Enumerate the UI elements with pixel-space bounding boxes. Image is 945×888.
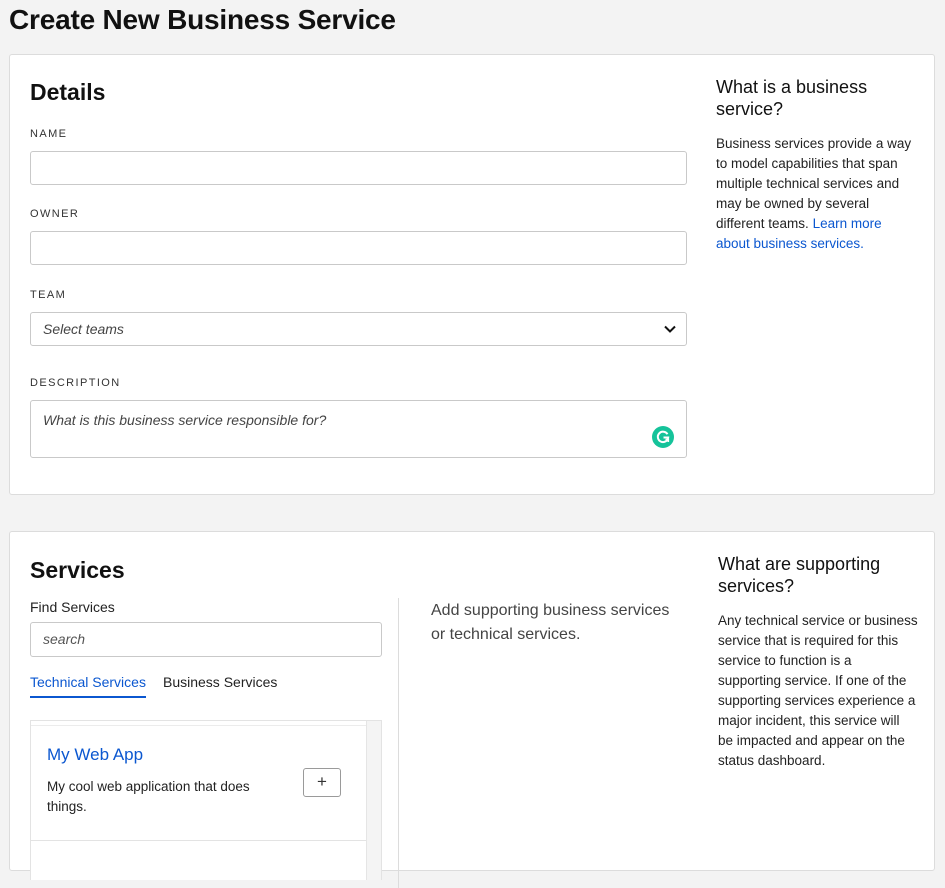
tab-technical-services[interactable]: Technical Services (30, 674, 146, 698)
name-input[interactable] (30, 151, 687, 185)
supporting-services-help-text: Any technical service or business servic… (718, 613, 918, 768)
business-service-help-title: What is a business service? (716, 77, 868, 119)
tab-business-services[interactable]: Business Services (163, 674, 277, 696)
list-item: My Web App My cool web application that … (31, 725, 368, 841)
supporting-services-help-title: What are supporting services? (718, 554, 881, 596)
services-list: My Web App My cool web application that … (30, 720, 382, 880)
details-title: Details (30, 79, 106, 105)
list-scrollbar[interactable] (366, 721, 381, 880)
search-input[interactable]: search (30, 622, 382, 657)
plus-icon: + (317, 772, 327, 791)
description-textarea[interactable]: What is this business service responsibl… (30, 400, 687, 458)
find-services-label: Find Services (30, 599, 115, 615)
chevron-down-icon[interactable] (663, 322, 677, 336)
team-label: TEAM (30, 289, 67, 301)
details-card: Details NAME OWNER TEAM Select teams DES… (9, 54, 935, 495)
services-card: Services Find Services search Technical … (9, 531, 935, 888)
grammarly-icon[interactable] (652, 426, 674, 448)
owner-label: OWNER (30, 208, 80, 220)
service-item-title[interactable]: My Web App (47, 745, 143, 765)
name-label: NAME (30, 128, 68, 140)
service-item-description: My cool web application that does things… (47, 779, 250, 814)
search-placeholder: search (43, 631, 86, 647)
description-placeholder: What is this business service responsibl… (43, 412, 327, 428)
add-service-button[interactable]: + (303, 768, 341, 797)
business-service-help-text: Business services provide a way to model… (716, 134, 916, 254)
supporting-services-empty-message: Add supporting business services or tech… (431, 602, 670, 643)
description-label: DESCRIPTION (30, 377, 121, 389)
services-title: Services (30, 557, 125, 583)
team-select[interactable]: Select teams (30, 312, 687, 346)
column-divider (398, 598, 399, 888)
page-title: Create New Business Service (9, 4, 396, 35)
team-select-placeholder: Select teams (43, 321, 124, 337)
owner-input[interactable] (30, 231, 687, 265)
